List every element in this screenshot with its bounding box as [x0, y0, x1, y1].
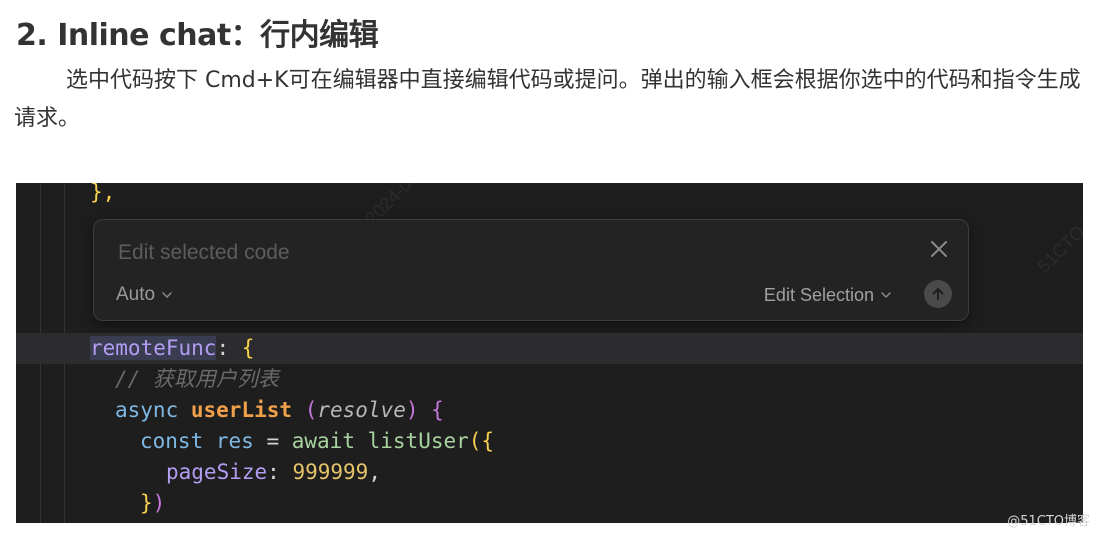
paragraph-text: 选中代码按下 Cmd+K可在编辑器中直接编辑代码或提问。弹出的输入框会根据你选中…	[14, 68, 1081, 131]
edit-selection-label: Edit Selection	[763, 284, 874, 305]
code-token: pageSize	[166, 460, 268, 484]
arrow-up-icon	[932, 288, 944, 300]
edit-selection-dropdown[interactable]: Edit Selection	[764, 282, 892, 308]
credit-watermark: @51CTO博客	[1007, 514, 1090, 529]
code-line-const: const res = await listUser({	[140, 429, 495, 453]
code-line-async: async userList (resolve) {	[115, 398, 444, 422]
code-token: userList	[190, 398, 293, 422]
code-line-closing: },	[90, 183, 115, 208]
mode-label: Auto	[116, 284, 156, 305]
code-token: res	[215, 429, 254, 453]
code-line-comment: // 获取用户列表	[115, 364, 279, 395]
code-line-pagesize: pageSize: 999999,	[166, 460, 381, 484]
close-icon	[931, 241, 947, 257]
chevron-down-icon	[881, 292, 891, 299]
code-token: async	[115, 398, 179, 422]
code-token: },	[90, 183, 116, 204]
code-token: // 获取用户列表	[115, 367, 279, 391]
article-heading: 2. Inline chat：行内编辑	[16, 18, 379, 53]
code-token: 999999	[292, 460, 369, 484]
close-button[interactable]	[926, 236, 952, 262]
watermark: 51CTO 2024	[1033, 189, 1083, 277]
code-token: resolve	[317, 398, 406, 422]
code-token: await	[291, 429, 355, 453]
inline-edit-box[interactable]: Auto Edit Selection	[93, 219, 969, 321]
code-token: listUser	[367, 429, 469, 453]
code-token: remoteFunc	[90, 336, 217, 360]
edit-prompt-input[interactable]	[116, 238, 900, 268]
mode-dropdown[interactable]: Auto	[116, 282, 173, 308]
submit-button[interactable]	[924, 280, 952, 308]
code-line-close: })	[140, 491, 166, 515]
code-line-prop: remoteFunc: {	[90, 336, 255, 360]
chevron-down-icon	[162, 292, 172, 299]
editor-screenshot: 51CTO 2024-03-08 51CTO 2024 }, Auto Edit…	[16, 183, 1083, 523]
code-token: const	[140, 429, 204, 453]
article-paragraph: 选中代码按下 Cmd+K可在编辑器中直接编辑代码或提问。弹出的输入框会根据你选中…	[14, 62, 1086, 138]
